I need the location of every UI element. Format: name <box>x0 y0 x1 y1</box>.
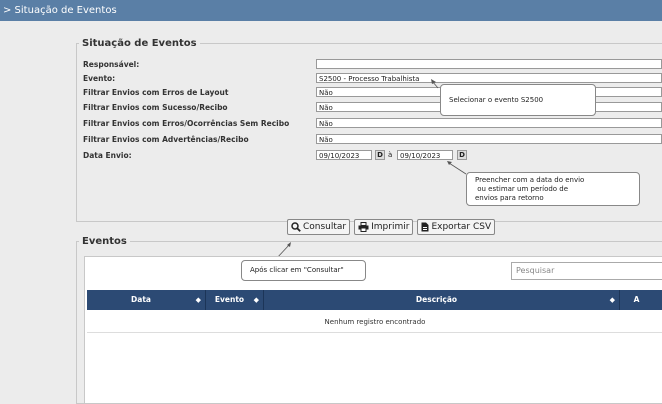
column-label-descricao: Descrição <box>415 295 458 304</box>
callout-evento: Selecionar o evento S2500 <box>440 84 596 116</box>
callout-consultar: Após clicar em "Consultar" <box>241 260 366 281</box>
table-header: Data ◆ Evento ◆ Descrição ◆ A <box>87 290 662 310</box>
column-header-evento[interactable]: Evento ◆ <box>206 290 264 310</box>
action-toolbar: Consultar Imprimir Exportar CSV <box>287 219 496 235</box>
sort-icon: ◆ <box>609 296 615 304</box>
column-label-data: Data <box>131 295 151 304</box>
consultar-button[interactable]: Consultar <box>287 219 351 235</box>
callout-data-line-1: Preencher com a data do envio <box>475 176 585 184</box>
search-input[interactable]: Pesquisar <box>511 262 662 280</box>
imprimir-label: Imprimir <box>371 222 410 232</box>
column-header-a[interactable]: A <box>620 290 662 310</box>
callout-data: Preencher com a data do envio ou estimar… <box>466 172 640 206</box>
exportar-csv-label: Exportar CSV <box>431 222 492 232</box>
exportar-csv-button[interactable]: Exportar CSV <box>417 219 496 235</box>
column-label-evento: Evento <box>214 295 245 304</box>
search-icon <box>291 222 301 232</box>
file-csv-icon <box>421 222 429 232</box>
column-label-a: A <box>633 295 640 304</box>
sort-icon: ◆ <box>253 296 259 304</box>
sort-icon: ◆ <box>195 296 201 304</box>
callout-data-line-2: ou estimar um período de <box>475 185 569 193</box>
consultar-label: Consultar <box>303 222 347 232</box>
imprimir-button[interactable]: Imprimir <box>354 219 414 235</box>
eventos-table-panel: Pesquisar Data ◆ Evento ◆ Descrição ◆ A … <box>84 256 662 404</box>
column-header-descricao[interactable]: Descrição ◆ <box>264 290 620 310</box>
empty-row-message: Nenhum registro encontrado <box>87 312 662 333</box>
column-header-data[interactable]: Data ◆ <box>87 290 206 310</box>
eventos-legend: Eventos <box>82 236 127 247</box>
callout-data-line-3: envios para retorno <box>475 194 544 202</box>
printer-icon <box>358 222 369 232</box>
